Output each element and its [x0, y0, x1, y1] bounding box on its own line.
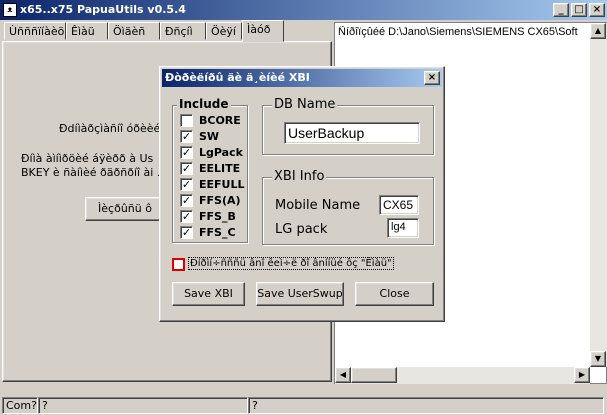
minimize-button[interactable]: _: [553, 3, 569, 17]
option-label: Ðíðìí÷ñññü ânî êeì÷ë ðî ânííüé ôç "Êìàü": [188, 257, 394, 270]
checkbox[interactable]: ✓: [180, 146, 193, 159]
checkbox-label: EELITE: [199, 162, 241, 175]
checkbox[interactable]: ✓: [180, 194, 193, 207]
tab-3[interactable]: Öìäèñ: [108, 22, 160, 40]
status-cell-2: ?: [38, 397, 248, 414]
dbname-legend: DB Name: [272, 97, 338, 112]
scroll-down-button[interactable]: ▼: [590, 351, 606, 367]
checkbox-label: FFS_C: [199, 226, 236, 239]
dbname-input[interactable]: UserBackup: [284, 122, 420, 144]
tab-6-active[interactable]: Ìàóð: [242, 20, 284, 42]
status-com: Com?: [2, 397, 38, 414]
vertical-scrollbar[interactable]: ▲ ▼: [590, 23, 607, 367]
tab-2[interactable]: Êìàü: [66, 22, 108, 40]
statusbar: Com? ? ?: [0, 396, 607, 415]
scroll-right-button[interactable]: ▶: [574, 367, 590, 383]
panel-action-button[interactable]: Ìèçðûñü ô: [85, 197, 165, 221]
checkbox-label: BCORE: [199, 114, 241, 127]
checkbox-label: FFS(A): [199, 194, 241, 207]
mobile-name-label: Mobile Name: [275, 198, 361, 213]
checkbox-label: LgPack: [199, 146, 243, 159]
tab-4[interactable]: Ðñçíì: [160, 22, 206, 40]
checkbox[interactable]: ✓: [180, 226, 193, 239]
save-userswup-button[interactable]: Save UserSwup: [256, 282, 344, 306]
app-icon: ᴥ: [3, 3, 17, 17]
scroll-left-button[interactable]: ◀: [335, 367, 351, 383]
dialog-title: Ðòðèëíðû äè ä¸èíèé XBI: [165, 71, 310, 84]
tab-5[interactable]: Öèÿí: [206, 22, 242, 40]
xbi-dialog: Ðòðèëíðû äè ä¸èíèé XBI × Include BCORE ✓…: [159, 66, 445, 322]
tab-1[interactable]: Ùñññïíàèö: [4, 22, 66, 40]
checkbox[interactable]: ✓: [180, 130, 193, 143]
main-titlebar[interactable]: ᴥ x65..x75 PapuaUtils v0.5.4 _ □ ×: [0, 0, 607, 20]
checkbox-label: SW: [199, 130, 220, 143]
status-cell-3: ?: [248, 397, 604, 414]
scroll-thumb[interactable]: [351, 367, 397, 383]
scroll-up-button[interactable]: ▲: [590, 23, 606, 39]
save-xbi-button[interactable]: Save XBI: [172, 282, 245, 306]
tab-strip: Ùñññïíàèö Êìàü Öìäèñ Ðñçíì Öèÿí Ìàóð: [4, 20, 334, 42]
option-checkbox[interactable]: [172, 258, 185, 271]
mobile-name-input[interactable]: CX65: [379, 195, 419, 215]
checkbox[interactable]: ✓: [180, 210, 193, 223]
checkbox-label: FFS_B: [199, 210, 236, 223]
panel-text-2a: Ðíìà àìíìðöèé áÿèðð à Us: [21, 152, 154, 165]
lgpack-input[interactable]: lg4: [387, 218, 419, 238]
include-legend: Include: [177, 97, 231, 111]
dialog-close-icon[interactable]: ×: [424, 71, 440, 85]
close-window-button[interactable]: ×: [589, 3, 605, 17]
xbiinfo-legend: XBI Info: [272, 169, 327, 184]
checkbox-label: EEFULL: [199, 178, 245, 191]
checkbox[interactable]: ✓: [180, 178, 193, 191]
close-button[interactable]: Close: [355, 282, 434, 306]
window-title: x65..x75 PapuaUtils v0.5.4: [20, 3, 186, 16]
horizontal-scrollbar[interactable]: ◀ ▶: [335, 367, 590, 384]
log-line: Ñíðîïçûéé D:\Jano\Siemens\SIEMENS CX65\S…: [338, 26, 578, 38]
checkbox[interactable]: [180, 114, 193, 127]
option-row[interactable]: Ðíðìí÷ñññü ânî êeì÷ë ðî ânííüé ôç "Êìàü": [172, 257, 434, 273]
checkbox[interactable]: ✓: [180, 162, 193, 175]
panel-text-2b: BKEY è ñàíìèé ðäðñðíî ài .: [21, 166, 161, 179]
dialog-titlebar[interactable]: Ðòðèëíðû äè ä¸èíèé XBI ×: [162, 69, 442, 87]
lgpack-label: LG pack: [275, 222, 328, 237]
maximize-button[interactable]: □: [571, 3, 587, 17]
